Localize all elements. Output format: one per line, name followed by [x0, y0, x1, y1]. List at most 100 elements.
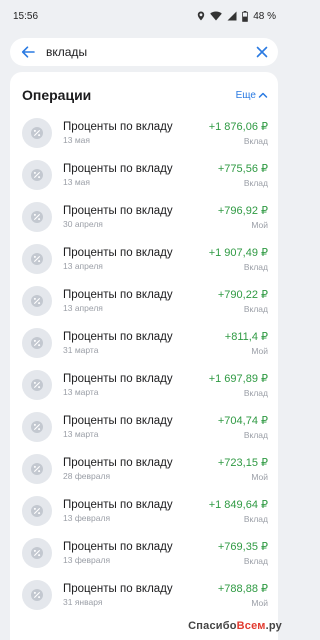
operation-account: Вклад [243, 514, 268, 524]
operation-title: Проценты по вкладу [63, 457, 173, 469]
operation-title: Проценты по вкладу [63, 205, 173, 217]
operation-meta: +1 876,06 ₽ Вклад [209, 120, 268, 146]
operations-list: Проценты по вкладу 13 мая +1 876,06 ₽ Вк… [10, 106, 278, 616]
operation-amount: +1 907,49 ₽ [208, 247, 268, 259]
status-icons: 48 % [197, 10, 276, 22]
operation-text: Проценты по вкладу 13 апреля [52, 289, 218, 313]
search-input[interactable] [36, 45, 254, 59]
operation-text: Проценты по вкладу 13 марта [52, 415, 218, 439]
operation-date: 13 апреля [63, 303, 103, 313]
operation-amount: +704,74 ₽ [217, 415, 268, 427]
operation-row[interactable]: Проценты по вкладу 31 марта +811,4 ₽ Мой [10, 322, 278, 364]
operation-meta: +775,56 ₽ Вклад [218, 162, 268, 188]
operation-row[interactable]: Проценты по вкладу 13 марта +704,74 ₽ Вк… [10, 406, 278, 448]
operation-title: Проценты по вкладу [63, 373, 173, 385]
percent-icon [22, 496, 52, 526]
operation-title: Проценты по вкладу [63, 415, 173, 427]
operation-account: Вклад [243, 556, 268, 566]
operations-card: Операции Еще Проценты по вкладу 13 мая +… [10, 72, 278, 640]
operation-text: Проценты по вкладу 28 февраля [52, 457, 218, 481]
operation-text: Проценты по вкладу 31 января [52, 583, 218, 607]
location-icon [197, 11, 205, 21]
arrow-left-icon[interactable] [20, 44, 36, 60]
operation-title: Проценты по вкладу [63, 583, 173, 595]
wifi-icon [210, 11, 223, 21]
operations-header: Операции Еще [10, 72, 278, 106]
operation-meta: +1 697,89 ₽ Вклад [209, 372, 268, 398]
operation-title: Проценты по вкладу [63, 499, 173, 511]
percent-icon [22, 202, 52, 232]
operation-date: 13 мая [63, 135, 90, 145]
operation-date: 30 апреля [63, 219, 103, 229]
more-button[interactable]: Еще [236, 90, 268, 101]
operation-amount: +1 697,89 ₽ [208, 373, 268, 385]
operation-date: 13 марта [63, 429, 99, 439]
operation-date: 13 апреля [63, 261, 103, 271]
operation-date: 28 февраля [63, 471, 111, 481]
search-bar[interactable] [10, 38, 278, 66]
operation-account: Мой [251, 598, 268, 608]
chevron-up-icon [258, 92, 268, 98]
operation-text: Проценты по вкладу 13 марта [52, 373, 209, 397]
battery-icon [242, 10, 249, 22]
operation-amount: +811,4 ₽ [224, 331, 268, 343]
percent-icon [22, 454, 52, 484]
operation-title: Проценты по вкладу [63, 289, 173, 301]
operation-row[interactable]: Проценты по вкладу 13 мая +775,56 ₽ Вкла… [10, 154, 278, 196]
close-icon[interactable] [254, 44, 270, 60]
percent-icon [22, 328, 52, 358]
percent-icon [22, 538, 52, 568]
operation-date: 13 февраля [63, 555, 111, 565]
operation-account: Мой [251, 472, 268, 482]
operation-row[interactable]: Проценты по вкладу 13 мая +1 876,06 ₽ Вк… [10, 112, 278, 154]
operation-amount: +775,56 ₽ [217, 163, 268, 175]
operation-text: Проценты по вкладу 13 февраля [52, 541, 218, 565]
operation-row[interactable]: Проценты по вкладу 28 февраля +723,15 ₽ … [10, 448, 278, 490]
operation-text: Проценты по вкладу 13 мая [52, 121, 209, 145]
operation-account: Вклад [243, 262, 268, 272]
operation-text: Проценты по вкладу 31 марта [52, 331, 225, 355]
operation-row[interactable]: Проценты по вкладу 13 марта +1 697,89 ₽ … [10, 364, 278, 406]
more-label: Еще [235, 89, 256, 101]
operation-title: Проценты по вкладу [63, 247, 173, 259]
operation-amount: +1 876,06 ₽ [208, 121, 268, 133]
operation-meta: +796,92 ₽ Мой [218, 204, 268, 230]
operation-amount: +796,92 ₽ [217, 205, 268, 217]
operation-date: 31 января [63, 597, 103, 607]
operation-date: 31 марта [63, 345, 99, 355]
operation-meta: +704,74 ₽ Вклад [218, 414, 268, 440]
operation-amount: +769,35 ₽ [217, 541, 268, 553]
operation-row[interactable]: Проценты по вкладу 13 февраля +1 849,64 … [10, 490, 278, 532]
percent-icon [22, 160, 52, 190]
operation-meta: +811,4 ₽ Мой [225, 330, 268, 356]
operation-account: Мой [251, 220, 268, 230]
operation-text: Проценты по вкладу 30 апреля [52, 205, 218, 229]
operation-amount: +790,22 ₽ [217, 289, 268, 301]
operation-account: Мой [251, 346, 268, 356]
percent-icon [22, 244, 52, 274]
operation-row[interactable]: Проценты по вкладу 30 апреля +796,92 ₽ М… [10, 196, 278, 238]
operation-account: Вклад [243, 136, 268, 146]
percent-icon [22, 412, 52, 442]
operation-row[interactable]: Проценты по вкладу 13 апреля +1 907,49 ₽… [10, 238, 278, 280]
operation-meta: +788,88 ₽ Мой [218, 582, 268, 608]
operation-row[interactable]: Проценты по вкладу 13 февраля +769,35 ₽ … [10, 532, 278, 574]
operation-row[interactable]: Проценты по вкладу 13 апреля +790,22 ₽ В… [10, 280, 278, 322]
watermark: СпасибоВсем.ру [188, 620, 282, 632]
operation-title: Проценты по вкладу [63, 331, 173, 343]
operation-account: Вклад [243, 178, 268, 188]
operation-meta: +769,35 ₽ Вклад [218, 540, 268, 566]
operation-amount: +788,88 ₽ [217, 583, 268, 595]
operation-account: Вклад [243, 430, 268, 440]
percent-icon [22, 286, 52, 316]
battery-percent: 48 % [253, 10, 276, 22]
operation-date: 13 мая [63, 177, 90, 187]
operation-row[interactable]: Проценты по вкладу 31 января +788,88 ₽ М… [10, 574, 278, 616]
operations-title: Операции [22, 87, 92, 103]
operation-title: Проценты по вкладу [63, 163, 173, 175]
percent-icon [22, 370, 52, 400]
operation-meta: +1 849,64 ₽ Вклад [209, 498, 268, 524]
status-time: 15:56 [13, 10, 39, 22]
operation-date: 13 февраля [63, 513, 111, 523]
operation-text: Проценты по вкладу 13 мая [52, 163, 218, 187]
